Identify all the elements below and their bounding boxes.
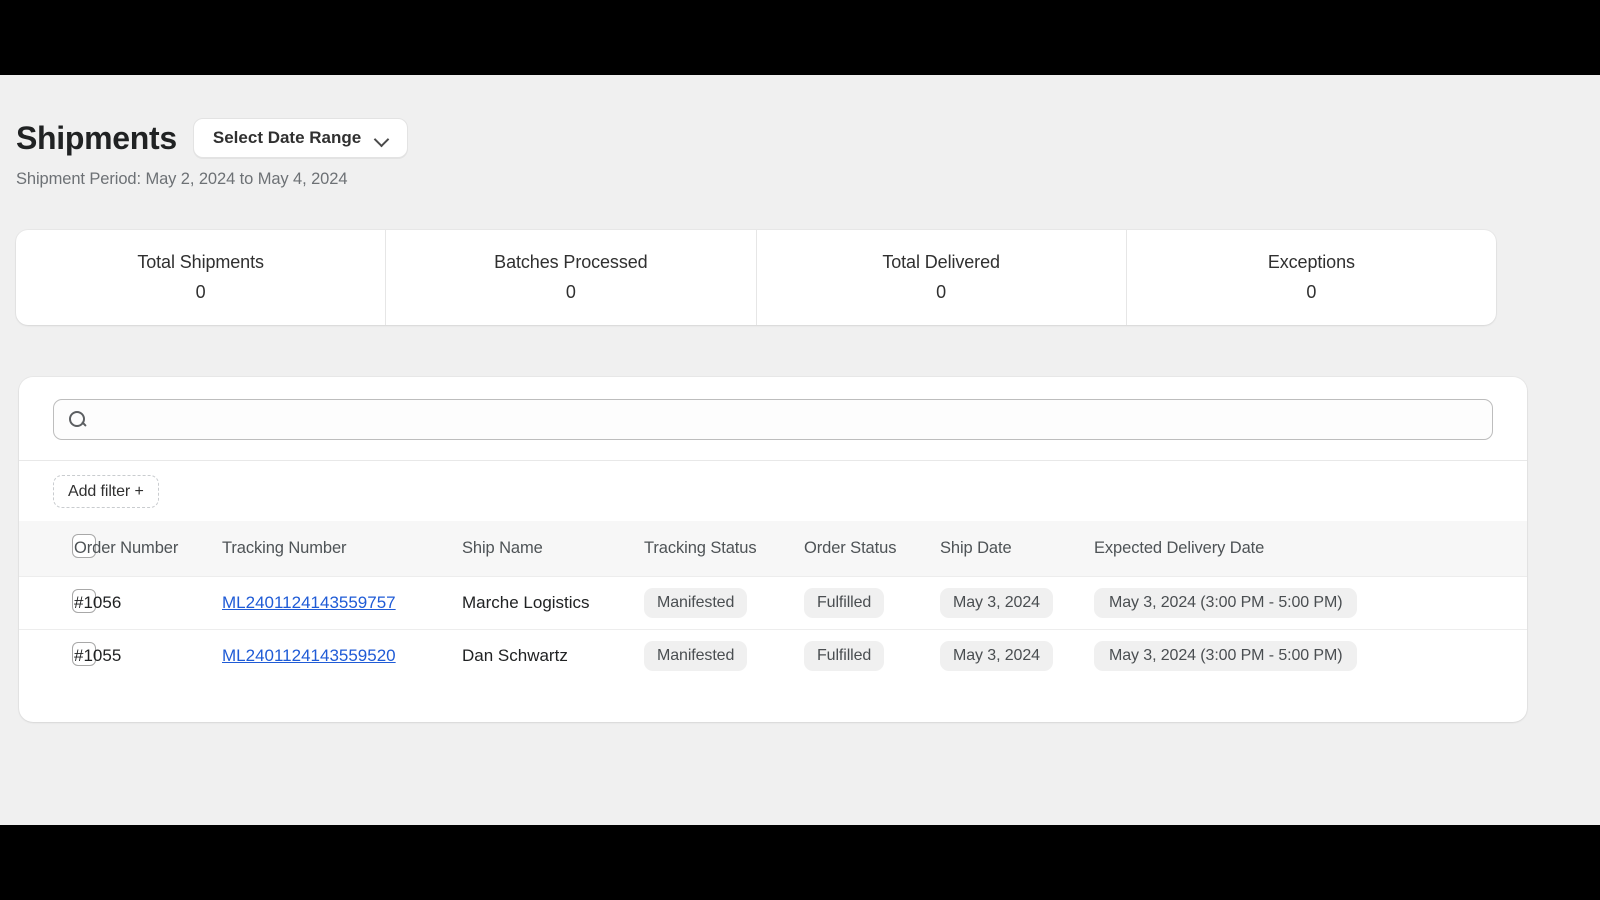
row-select-cell xyxy=(19,576,96,630)
stat-value: 0 xyxy=(195,282,206,302)
table-body: #1056 ML2401124143559757 Marche Logistic… xyxy=(19,576,1527,683)
cell-tracking-number: ML2401124143559757 xyxy=(222,576,462,630)
select-date-range-button[interactable]: Select Date Range xyxy=(192,118,409,158)
cell-tracking-status: Manifested xyxy=(644,630,804,683)
column-header-order-number[interactable]: Order Number xyxy=(74,521,222,577)
screenshot-viewport: Shipments Select Date Range Shipment Per… xyxy=(0,0,1600,900)
cell-ship-date: May 3, 2024 xyxy=(940,630,1094,683)
column-header-tracking-number[interactable]: Tracking Number xyxy=(222,521,462,577)
column-header-ship-date[interactable]: Ship Date xyxy=(940,521,1094,577)
column-header-order-status[interactable]: Order Status xyxy=(804,521,940,577)
expected-delivery-date-badge: May 3, 2024 (3:00 PM - 5:00 PM) xyxy=(1094,588,1358,618)
row-select-cell xyxy=(19,630,96,683)
cell-tracking-status: Manifested xyxy=(644,576,804,630)
table-header: Order Number Tracking Number Ship Name T… xyxy=(19,521,1527,577)
shipment-period-subtitle: Shipment Period: May 2, 2024 to May 4, 2… xyxy=(16,170,348,188)
tracking-number-link[interactable]: ML2401124143559757 xyxy=(222,593,396,612)
stat-batches-processed: Batches Processed 0 xyxy=(386,230,757,325)
ship-date-badge: May 3, 2024 xyxy=(940,641,1053,671)
stat-total-delivered: Total Delivered 0 xyxy=(757,230,1127,325)
stat-value: 0 xyxy=(936,282,947,302)
tracking-status-badge: Manifested xyxy=(644,641,748,671)
cell-ship-date: May 3, 2024 xyxy=(940,576,1094,630)
search-field-wrapper[interactable] xyxy=(53,399,1493,440)
stat-value: 0 xyxy=(1306,282,1317,302)
page-header: Shipments Select Date Range Shipment Per… xyxy=(16,118,409,189)
shipments-table: Order Number Tracking Number Ship Name T… xyxy=(19,521,1527,682)
cell-ship-name: Marche Logistics xyxy=(462,576,644,630)
cell-tracking-number: ML2401124143559520 xyxy=(222,630,462,683)
column-header-ship-name[interactable]: Ship Name xyxy=(462,521,644,577)
add-filter-button[interactable]: Add filter + xyxy=(53,475,159,508)
search-row xyxy=(19,377,1527,461)
stat-exceptions: Exceptions 0 xyxy=(1127,230,1496,325)
stat-label: Total Shipments xyxy=(137,252,264,272)
select-date-range-label: Select Date Range xyxy=(212,128,362,147)
search-input[interactable] xyxy=(87,400,1492,439)
table-row[interactable]: #1055 ML2401124143559520 Dan Schwartz Ma… xyxy=(19,630,1527,683)
letterbox-top xyxy=(0,0,1600,75)
tracking-number-link[interactable]: ML2401124143559520 xyxy=(222,646,396,665)
cell-expected-delivery-date: May 3, 2024 (3:00 PM - 5:00 PM) xyxy=(1094,576,1527,630)
expected-delivery-date-badge: May 3, 2024 (3:00 PM - 5:00 PM) xyxy=(1094,641,1358,671)
shipments-page: Shipments Select Date Range Shipment Per… xyxy=(0,75,1600,825)
stat-value: 0 xyxy=(565,282,576,302)
table-header-row: Order Number Tracking Number Ship Name T… xyxy=(19,521,1527,577)
order-status-badge: Fulfilled xyxy=(804,588,885,618)
cell-ship-name: Dan Schwartz xyxy=(462,646,568,665)
cell-order-number: #1056 xyxy=(74,576,222,630)
summary-stats-card: Total Shipments 0 Batches Processed 0 To… xyxy=(16,230,1496,325)
order-status-badge: Fulfilled xyxy=(804,641,885,671)
shipments-table-card: Add filter + Order Number Tracking Numbe… xyxy=(19,377,1527,722)
search-icon xyxy=(68,410,87,429)
ship-date-badge: May 3, 2024 xyxy=(940,588,1053,618)
stat-label: Total Delivered xyxy=(882,252,1000,272)
cell-expected-delivery-date: May 3, 2024 (3:00 PM - 5:00 PM) xyxy=(1094,630,1527,683)
stat-label: Exceptions xyxy=(1267,252,1355,272)
filter-row: Add filter + xyxy=(19,461,1527,521)
cell-order-number: #1055 xyxy=(74,646,122,665)
cell-order-status: Fulfilled xyxy=(804,576,940,630)
stat-label: Batches Processed xyxy=(494,252,648,272)
column-header-tracking-status[interactable]: Tracking Status xyxy=(644,521,804,577)
stat-total-shipments: Total Shipments 0 xyxy=(16,230,387,325)
letterbox-bottom xyxy=(0,825,1600,900)
cell-order-status: Fulfilled xyxy=(804,630,940,683)
select-all-header xyxy=(19,521,96,577)
chevron-down-icon xyxy=(375,134,390,143)
table-row[interactable]: #1056 ML2401124143559757 Marche Logistic… xyxy=(19,576,1527,630)
page-title: Shipments xyxy=(16,120,177,156)
column-header-expected-delivery-date[interactable]: Expected Delivery Date xyxy=(1094,521,1527,577)
title-row: Shipments Select Date Range xyxy=(16,118,409,158)
tracking-status-badge: Manifested xyxy=(644,588,748,618)
